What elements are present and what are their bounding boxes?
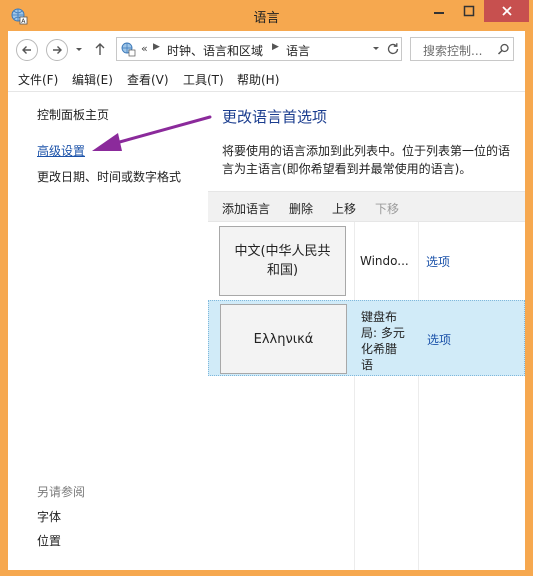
keyboard-layout-text: 键盘布 局: 多元 化希腊 语	[361, 310, 405, 372]
fonts-link[interactable]: 字体	[37, 508, 61, 525]
maximize-button[interactable]	[455, 0, 483, 22]
annotation-arrow-icon	[92, 115, 212, 151]
language-tile-chinese[interactable]: 中文(中华人民共 和国)	[219, 226, 346, 296]
options-link[interactable]: 选项	[427, 331, 451, 348]
search-input[interactable]: 搜索控制...	[410, 37, 514, 61]
close-button[interactable]	[484, 0, 529, 22]
refresh-icon	[387, 43, 399, 55]
menu-file[interactable]: 文件(F)	[18, 71, 58, 88]
window-client-area: « ▶ 时钟、语言和区域 ▶ 语言 搜索控制... 文件(F) 编辑(E) 查看…	[8, 31, 525, 570]
menu-edit[interactable]: 编辑(E)	[72, 71, 113, 88]
advanced-settings-link[interactable]: 高级设置	[37, 142, 85, 159]
search-icon	[497, 43, 509, 55]
title-bar: A 语言	[0, 0, 533, 32]
remove-button[interactable]: 删除	[289, 200, 313, 217]
language-row-greek[interactable]: Ελληνικά 键盘布 局: 多元 化希腊 语 选项	[208, 300, 525, 376]
back-button[interactable]	[16, 39, 38, 61]
location-link[interactable]: 位置	[37, 532, 61, 549]
arrow-up-icon	[95, 43, 105, 55]
language-row-chinese[interactable]: 中文(中华人民共 和国) Windo... 选项	[208, 222, 525, 300]
forward-button[interactable]	[46, 39, 68, 61]
navigation-bar: « ▶ 时钟、语言和区域 ▶ 语言 搜索控制...	[8, 31, 525, 67]
recent-locations-button[interactable]	[74, 43, 84, 57]
arrow-right-icon	[53, 46, 62, 54]
minimize-icon	[434, 12, 444, 14]
chevron-right-icon[interactable]: ▶	[153, 42, 160, 52]
language-toolbar: 添加语言 删除 上移 下移	[208, 191, 525, 222]
minimize-button[interactable]	[425, 0, 453, 22]
search-placeholder: 搜索控制...	[423, 44, 483, 58]
add-language-button[interactable]: 添加语言	[222, 200, 270, 217]
up-level-button[interactable]	[93, 41, 107, 57]
menu-divider	[8, 91, 525, 92]
page-title: 更改语言首选项	[222, 108, 328, 126]
refresh-button[interactable]	[385, 41, 401, 60]
language-name: Ελληνικά	[253, 331, 314, 347]
move-up-button[interactable]: 上移	[332, 200, 356, 217]
chevron-down-icon	[373, 47, 379, 50]
chevron-down-icon	[76, 48, 82, 51]
breadcrumb-clock-language-region[interactable]: 时钟、语言和区域	[167, 42, 263, 59]
chevron-right-icon[interactable]: ▶	[272, 42, 279, 52]
control-panel-icon	[120, 41, 136, 57]
breadcrumb-overflow[interactable]: «	[141, 42, 148, 55]
menu-tools[interactable]: 工具(T)	[183, 71, 224, 88]
options-link[interactable]: 选项	[426, 253, 450, 270]
menu-help[interactable]: 帮助(H)	[237, 71, 279, 88]
language-name: 中文(中华人民共 和国)	[234, 244, 331, 278]
page-description: 将要使用的语言添加到此列表中。位于列表第一位的语言为主语言(即你希望看到并最常使…	[222, 144, 511, 176]
keyboard-layout-text: Windo...	[360, 254, 409, 268]
maximize-icon	[463, 5, 475, 17]
language-tile-greek[interactable]: Ελληνικά	[220, 304, 347, 374]
close-icon	[501, 6, 512, 16]
breadcrumb-language[interactable]: 语言	[286, 42, 310, 59]
change-date-time-format-link[interactable]: 更改日期、时间或数字格式	[37, 168, 181, 185]
menu-view[interactable]: 查看(V)	[127, 71, 169, 88]
move-down-button[interactable]: 下移	[375, 200, 399, 217]
arrow-left-icon	[22, 46, 31, 54]
see-also-heading: 另请参阅	[37, 485, 86, 499]
window-title: 语言	[253, 11, 280, 26]
language-list: 中文(中华人民共 和国) Windo... 选项 Ελληνικά 键盘布 局: …	[208, 222, 525, 570]
address-bar[interactable]: « ▶ 时钟、语言和区域 ▶ 语言	[116, 37, 402, 61]
address-dropdown-button[interactable]	[371, 43, 381, 58]
menu-bar: 文件(F) 编辑(E) 查看(V) 工具(T) 帮助(H)	[8, 69, 525, 90]
